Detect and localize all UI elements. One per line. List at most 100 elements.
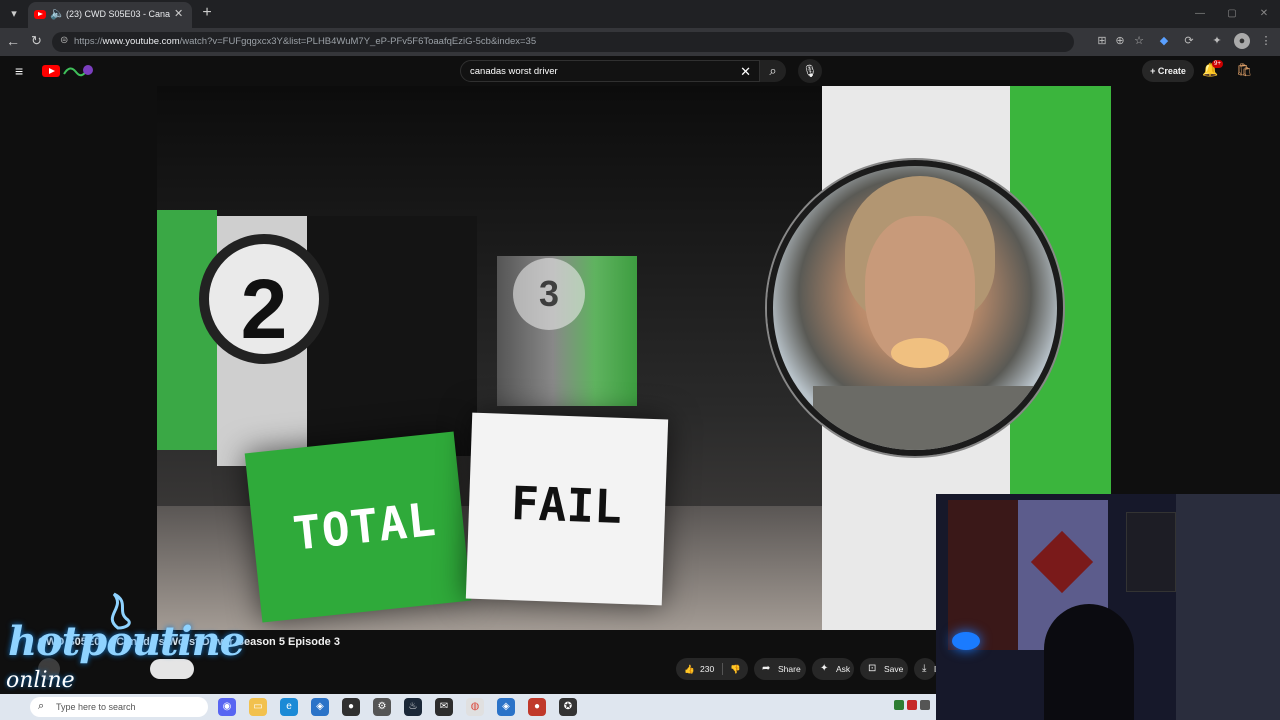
share-label: Share <box>778 664 801 674</box>
account-avatar-icon[interactable]: 🛍 <box>1236 62 1253 78</box>
file-explorer-icon[interactable]: ▭ <box>249 698 267 716</box>
logo-subtext: online <box>6 668 75 693</box>
discord-icon[interactable]: ◉ <box>218 698 236 716</box>
close-window-icon[interactable]: ✕ <box>1248 0 1280 28</box>
voice-search-button[interactable]: 🎙 <box>798 59 822 83</box>
search-icon: ⌕ <box>769 63 777 78</box>
driver-portrait-inset <box>767 160 1063 456</box>
youtube-header: ≡ ✕ ⌕ 🎙 + Create 🔔 9+ 🛍 <box>0 56 1280 86</box>
streamer-silhouette <box>1044 604 1134 720</box>
red-app-icon[interactable]: ● <box>528 698 546 716</box>
share-button[interactable]: ➦ Share <box>754 658 806 680</box>
tab-search-dropdown[interactable]: ▾ <box>4 4 24 24</box>
number-3-sign: 3 <box>513 258 585 330</box>
bookmark-icon: ⊡ <box>868 663 877 674</box>
create-button[interactable]: + Create <box>1142 60 1194 82</box>
like-dislike-group: 👍 230 👎 <box>676 658 748 680</box>
minimize-icon[interactable]: — <box>1184 0 1216 28</box>
download-button[interactable]: ⤓D <box>914 658 936 680</box>
sparkle-icon: ✦ <box>820 663 829 674</box>
room-shelf <box>1176 494 1280 720</box>
profile-avatar[interactable]: ● <box>1234 33 1250 49</box>
share-arrow-icon: ➦ <box>762 663 771 674</box>
save-label: Save <box>884 664 904 674</box>
leaf-icon <box>1030 530 1094 594</box>
search-input[interactable] <box>470 66 730 77</box>
url-host: www.youtube.com <box>102 36 180 47</box>
like-thumb-icon[interactable]: 👍 <box>684 658 695 680</box>
clear-search-icon[interactable]: ✕ <box>740 64 751 80</box>
hamburger-menu-icon[interactable]: ≡ <box>15 63 23 79</box>
browser-toolbar: ← ↻ ⊜ https://www.youtube.com/watch?v=FU… <box>0 28 1280 56</box>
dislike-thumb-icon[interactable]: 👎 <box>730 658 741 680</box>
tray-record-icon[interactable] <box>907 700 917 710</box>
youtube-favicon-icon <box>34 10 46 19</box>
url-path: /watch?v=FUFgqgxcx3Y&list=PLHB4WuM7Y_eP-… <box>179 36 537 47</box>
system-tray <box>894 700 934 714</box>
fail-sign: FAIL <box>465 412 669 606</box>
download-icon: ⤓ <box>922 663 927 674</box>
refresh-extension-icon[interactable]: ⟳ <box>1181 33 1197 49</box>
ask-button[interactable]: ✦ Ask <box>812 658 854 680</box>
taskbar-search-placeholder: Type here to search <box>56 702 136 712</box>
reload-icon[interactable]: ↻ <box>31 33 42 49</box>
steam-icon[interactable]: ♨ <box>404 698 422 716</box>
tab-title: (23) CWD S05E03 - Canada's Worst Driver … <box>66 9 170 19</box>
maximize-icon[interactable]: ▢ <box>1216 0 1248 28</box>
apps-icon[interactable]: ⊞ <box>1094 33 1110 49</box>
address-bar[interactable]: ⊜ https://www.youtube.com/watch?v=FUFgqg… <box>52 32 1074 52</box>
chrome-icon[interactable]: ◍ <box>466 698 484 716</box>
mail-icon[interactable]: ✉ <box>435 698 453 716</box>
number-2-sign: 2 <box>199 234 329 364</box>
like-count[interactable]: 230 <box>700 658 714 680</box>
pinned-app-icon[interactable]: ◈ <box>497 698 515 716</box>
save-button[interactable]: ⊡ Save <box>860 658 908 680</box>
browser-menu-icon[interactable]: ⋮ <box>1258 33 1274 49</box>
tray-misc-icon[interactable] <box>920 700 930 710</box>
browser-tab-bar: ▾ 🔈 (23) CWD S05E03 - Canada's Worst Dri… <box>0 0 1280 28</box>
game-app-icon[interactable]: ✪ <box>559 698 577 716</box>
search-icon: ⌕ <box>38 700 45 712</box>
total-sign-text: TOTAL <box>290 491 439 561</box>
url-prefix: https:// <box>74 36 103 47</box>
ask-label: Ask <box>836 664 851 674</box>
wall-poster <box>1126 512 1176 592</box>
extensions-puzzle-icon[interactable]: ✦ <box>1209 33 1225 49</box>
youtube-doodle-icon[interactable] <box>62 62 94 78</box>
settings-gear-icon[interactable]: ⚙ <box>373 698 391 716</box>
bookmark-star-icon[interactable]: ☆ <box>1131 33 1147 49</box>
obs-icon[interactable]: ● <box>342 698 360 716</box>
tray-app-icon[interactable] <box>894 700 904 710</box>
driver-seat <box>813 386 1033 450</box>
youtube-logo-icon[interactable] <box>42 65 60 77</box>
zoom-icon[interactable]: ⊕ <box>1112 33 1128 49</box>
dark-wall <box>307 216 477 456</box>
tab-close-icon[interactable]: ✕ <box>174 7 183 20</box>
driver-mouth <box>891 338 949 368</box>
fail-sign-text: FAIL <box>510 476 623 534</box>
extension-icon[interactable]: ◆ <box>1156 33 1172 49</box>
like-divider <box>722 663 723 675</box>
windows-taskbar: ⌕ Type here to search ◉ ▭ e ◈ ● ⚙ ♨ ✉ ◍ … <box>0 694 936 720</box>
app-icon[interactable]: ◈ <box>311 698 329 716</box>
edge-browser-icon[interactable]: e <box>280 698 298 716</box>
search-box: ✕ <box>460 60 760 82</box>
total-sign: TOTAL <box>244 431 472 623</box>
webcam-overlay <box>936 494 1280 720</box>
url-text: https://www.youtube.com/watch?v=FUFgqgxc… <box>74 36 536 47</box>
browser-tab[interactable]: 🔈 (23) CWD S05E03 - Canada's Worst Drive… <box>28 2 192 28</box>
taskbar-search-box[interactable]: ⌕ Type here to search <box>30 697 208 717</box>
logo-text: hotpoutine <box>8 618 245 665</box>
microphone-icon: 🎙 <box>802 64 818 78</box>
search-button[interactable]: ⌕ <box>760 60 786 82</box>
create-label: Create <box>1157 66 1186 76</box>
notification-count-badge: 9+ <box>1212 60 1223 68</box>
site-info-icon[interactable]: ⊜ <box>60 35 68 46</box>
streamer-logo: hotpoutine online <box>6 586 245 702</box>
new-tab-button[interactable]: + <box>198 3 216 23</box>
audio-playing-icon[interactable]: 🔈 <box>50 6 65 20</box>
window-controls: — ▢ ✕ <box>1184 0 1280 28</box>
back-arrow-icon[interactable]: ← <box>6 33 20 49</box>
red-flag <box>948 500 1018 650</box>
blue-light-glow <box>952 632 980 650</box>
